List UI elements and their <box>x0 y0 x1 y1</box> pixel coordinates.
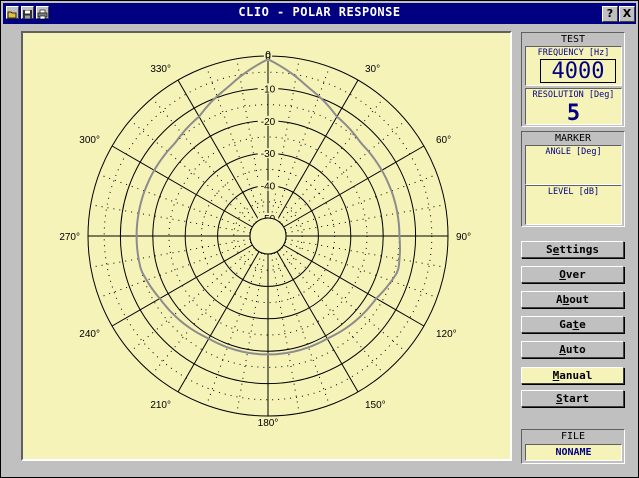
angle-label: 240° <box>79 329 100 340</box>
angle-label: 300° <box>79 135 100 146</box>
title-bar: CLIO - POLAR RESPONSE ? X <box>3 3 636 24</box>
frequency-label: FREQUENCY [Hz] <box>537 48 610 58</box>
polar-center-disk <box>249 217 287 255</box>
file-panel-title: FILE <box>560 431 586 442</box>
ring-label: -40 <box>261 182 276 193</box>
angle-label: 210° <box>150 400 171 411</box>
polar-spoke <box>111 244 253 327</box>
help-button[interactable]: ? <box>602 6 618 22</box>
polar-spoke <box>276 251 359 393</box>
close-button[interactable]: X <box>619 6 635 22</box>
start-button[interactable]: Start <box>521 390 624 407</box>
ring-label-group: -40 <box>257 180 279 193</box>
polar-minor-spoke <box>129 247 255 353</box>
polar-spoke <box>177 251 260 393</box>
polar-minor-spoke <box>285 204 446 234</box>
auto-button[interactable]: Auto <box>521 341 624 358</box>
polar-spoke <box>276 79 359 221</box>
angle-label: 180° <box>258 418 279 429</box>
angle-label: 30° <box>365 64 380 75</box>
polar-spoke <box>177 79 260 221</box>
polar-minor-spoke <box>90 204 251 234</box>
marker-panel: MARKER ANGLE [Deg] LEVEL [dB] <box>521 131 625 227</box>
polar-minor-spoke <box>90 238 251 268</box>
angle-label: 330° <box>150 64 171 75</box>
angle-label: 120° <box>436 329 457 340</box>
marker-panel-title: MARKER <box>554 133 592 144</box>
angle-label: 270° <box>59 232 80 243</box>
angle-label: 60° <box>436 135 451 146</box>
over-button[interactable]: Over <box>521 266 624 283</box>
about-button[interactable]: About <box>521 291 624 308</box>
polar-minor-spoke <box>270 253 300 414</box>
window-title: CLIO - POLAR RESPONSE <box>238 5 401 19</box>
polar-minor-spoke <box>285 238 446 268</box>
ring-label-group: -10 <box>257 83 279 95</box>
test-panel-title: TEST <box>560 34 586 45</box>
ring-label-group: -20 <box>257 115 279 128</box>
file-name-field: NONAME <box>525 444 622 461</box>
resolution-value[interactable]: 5 <box>526 101 621 126</box>
gate-button[interactable]: Gate <box>521 316 624 333</box>
polar-spoke <box>283 145 425 228</box>
test-panel: TEST FREQUENCY [Hz] 4000 RESOLUTION [Deg… <box>521 32 625 127</box>
frequency-value[interactable]: 4000 <box>540 59 616 84</box>
polar-minor-spoke <box>270 58 300 219</box>
ring-label-group: -30 <box>257 148 279 160</box>
polar-minor-spoke <box>279 249 385 375</box>
file-name-value: NONAME <box>555 447 592 458</box>
angle-label: 150° <box>365 400 386 411</box>
marker-level-label: LEVEL [dB] <box>547 187 600 197</box>
angle-label: 90° <box>456 232 471 243</box>
polar-spoke <box>111 145 253 228</box>
ring-label: -10 <box>261 84 276 95</box>
polar-spoke <box>283 244 425 327</box>
marker-angle-field: ANGLE [Deg] <box>525 145 622 185</box>
manual-button[interactable]: Manual <box>521 367 624 384</box>
polar-chart: 0-10-20-30-40-50 030°60°90°120°150°180°2… <box>59 50 471 429</box>
marker-angle-label: ANGLE [Deg] <box>545 147 602 157</box>
polar-plot-area[interactable]: 0-10-20-30-40-50 030°60°90°120°150°180°2… <box>21 31 512 461</box>
polar-minor-spoke <box>236 58 266 219</box>
ring-label: -20 <box>261 117 276 128</box>
polar-minor-spoke <box>236 253 266 414</box>
file-panel: FILE NONAME <box>521 429 625 464</box>
resolution-field: RESOLUTION [Deg] 5 <box>525 88 622 126</box>
frequency-field: FREQUENCY [Hz] 4000 <box>525 46 622 86</box>
settings-button[interactable]: Settings <box>521 241 624 258</box>
ring-label: -30 <box>261 149 276 160</box>
marker-level-field: LEVEL [dB] <box>525 185 622 225</box>
resolution-label: RESOLUTION [Deg] <box>532 90 615 100</box>
client-area: 0-10-20-30-40-50 030°60°90°120°150°180°2… <box>3 25 636 475</box>
clio-polar-window: CLIO - POLAR RESPONSE ? X 0-10-20-30-40-… <box>0 0 639 478</box>
polar-minor-spoke <box>129 119 255 225</box>
polar-minor-spoke <box>151 249 257 375</box>
polar-minor-spoke <box>281 247 407 353</box>
